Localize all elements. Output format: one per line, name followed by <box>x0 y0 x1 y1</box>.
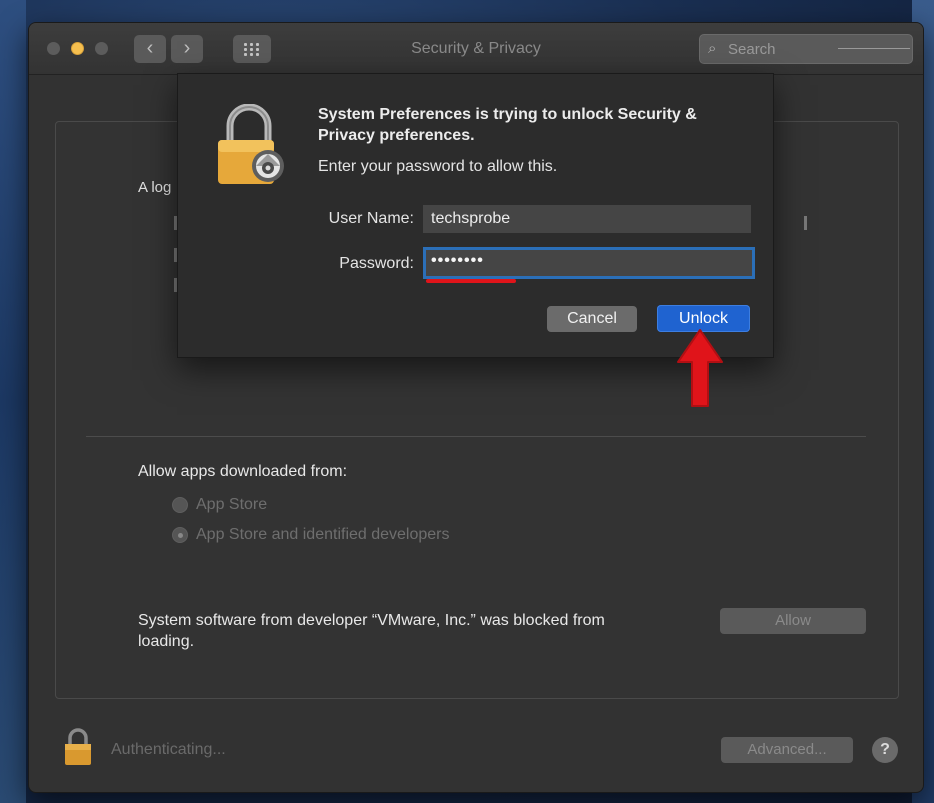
radio-app-store[interactable]: App Store <box>172 496 267 514</box>
search-placeholder: Search <box>728 41 776 58</box>
login-message-partial: A log <box>138 179 172 196</box>
lock-icon <box>216 103 288 191</box>
search-icon: ⌕ <box>708 40 717 57</box>
radio-button[interactable] <box>172 497 188 513</box>
search-field[interactable]: ⌕ Search <box>699 34 913 64</box>
help-icon[interactable]: ? <box>872 737 898 763</box>
arrow-up-icon <box>674 326 726 417</box>
allow-button[interactable]: Allow <box>720 608 866 634</box>
advanced-button[interactable]: Advanced... <box>721 737 853 763</box>
cancel-button[interactable]: Cancel <box>547 306 637 332</box>
dialog-title: System Preferences is trying to unlock S… <box>318 106 697 144</box>
username-label: User Name: <box>328 210 414 227</box>
password-annotation-underline <box>426 279 516 283</box>
authenticating-status: Authenticating... <box>111 741 226 758</box>
hidden-control-edge <box>804 216 807 230</box>
title-bar: ‹ › Security & Privacy ⌕ Search <box>29 23 923 75</box>
password-field[interactable]: •••••••• <box>423 247 755 279</box>
radio-app-store-identified[interactable]: App Store and identified developers <box>172 526 450 544</box>
lock-icon[interactable] <box>61 725 95 774</box>
desktop-background-left <box>0 0 26 803</box>
blocked-software-message: System software from developer “VMware, … <box>138 612 605 650</box>
section-divider <box>86 436 866 437</box>
allow-apps-label: Allow apps downloaded from: <box>138 463 348 480</box>
radio-button[interactable] <box>172 527 188 543</box>
unlock-dialog: System Preferences is trying to unlock S… <box>177 73 774 358</box>
dialog-subtitle: Enter your password to allow this. <box>318 158 558 175</box>
gear-icon <box>252 150 284 182</box>
radio-label: App Store and identified developers <box>196 526 450 543</box>
username-field[interactable]: techsprobe <box>423 205 751 233</box>
password-masked-value: •••••••• <box>431 252 484 269</box>
password-label: Password: <box>339 255 414 272</box>
search-cursor-line <box>838 48 910 49</box>
